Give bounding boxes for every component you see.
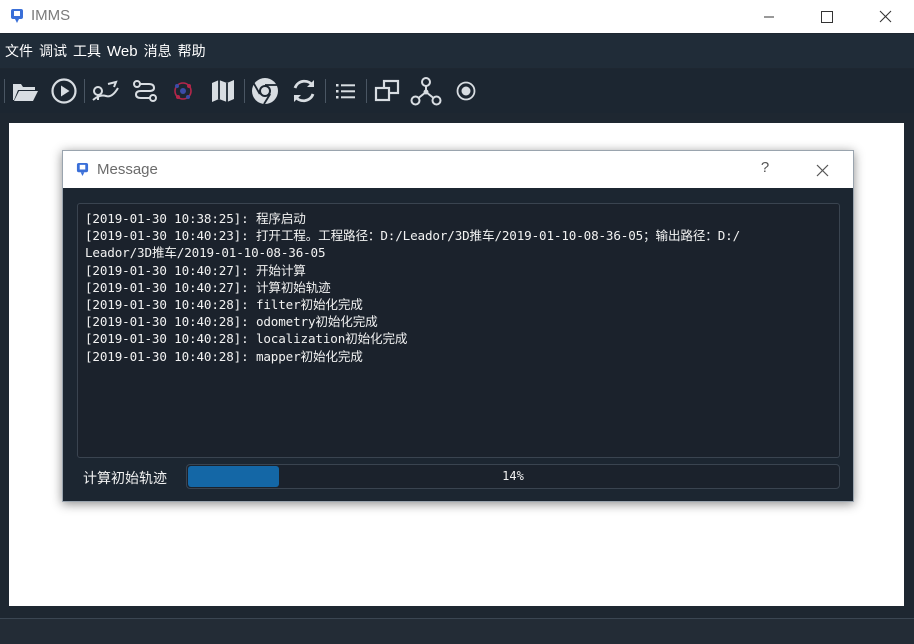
- menu-tools[interactable]: 工具: [73, 41, 101, 61]
- log-line: [2019-01-30 10:40:23]: 打开工程。工程路径：D:/Lead…: [85, 228, 741, 244]
- message-log[interactable]: [2019-01-30 10:38:25]: 程序启动 [2019-01-30 …: [77, 203, 840, 458]
- web-browser-button[interactable]: [247, 73, 283, 109]
- toolbar-separator: [244, 79, 245, 103]
- status-bar: [0, 618, 914, 644]
- maximize-icon: [821, 10, 833, 23]
- log-line: [2019-01-30 10:40:28]: localization初始化完成: [85, 331, 408, 347]
- toolbar-separator: [4, 79, 5, 103]
- run-button[interactable]: [46, 73, 82, 109]
- toolbar: [0, 69, 914, 113]
- graph-icon: [410, 77, 442, 106]
- route-icon: [92, 80, 119, 101]
- folder-open-icon: [13, 84, 38, 101]
- app-icon: [76, 163, 89, 176]
- progress-label: 计算初始轨迹: [83, 471, 167, 487]
- dialog-titlebar: Message ?: [63, 151, 853, 188]
- open-project-button[interactable]: [7, 73, 43, 109]
- close-button[interactable]: [856, 0, 914, 33]
- graph-button[interactable]: [408, 73, 444, 109]
- trajectory-button[interactable]: [87, 73, 123, 109]
- dialog-title: Message: [97, 161, 158, 178]
- network-icon: [174, 82, 192, 100]
- windows-icon: [374, 79, 400, 102]
- minimize-icon: [764, 16, 774, 17]
- log-line: [2019-01-30 10:40:27]: 开始计算: [85, 262, 306, 278]
- progress-bar: 14%: [186, 464, 840, 489]
- log-line: [2019-01-30 10:40:28]: odometry初始化完成: [85, 314, 378, 330]
- maximize-button[interactable]: [798, 0, 856, 33]
- toolbar-separator: [84, 79, 85, 103]
- list-icon: [336, 84, 355, 99]
- menu-debug[interactable]: 调试: [39, 41, 67, 61]
- map-icon: [212, 80, 234, 102]
- toolbar-separator: [325, 79, 326, 103]
- refresh-button[interactable]: [286, 73, 322, 109]
- close-icon: [879, 10, 891, 23]
- log-line: [2019-01-30 10:38:25]: 程序启动: [85, 211, 306, 226]
- log-line: [2019-01-30 10:40:28]: mapper初始化完成: [85, 348, 363, 364]
- record-button[interactable]: [448, 73, 484, 109]
- app-icon: [11, 9, 23, 23]
- minimize-button[interactable]: [740, 0, 798, 33]
- menu-web[interactable]: Web: [107, 43, 138, 60]
- list-button[interactable]: [328, 73, 364, 109]
- log-line: Leador/3D推车/2019-01-10-08-36-05: [85, 245, 326, 261]
- log-line: [2019-01-30 10:40:27]: 计算初始轨迹: [85, 279, 331, 295]
- message-dialog: Message ? [2019-01-30 10:38:25]: 程序启动 [2…: [62, 150, 854, 502]
- toolbar-separator: [366, 79, 367, 103]
- window-titlebar: IMMS: [0, 0, 914, 33]
- close-icon: [816, 164, 828, 176]
- play-icon: [51, 78, 77, 104]
- record-icon: [456, 81, 476, 101]
- map-button[interactable]: [205, 73, 241, 109]
- progress-percent: 14%: [502, 469, 524, 483]
- windows-button[interactable]: [369, 73, 405, 109]
- path-button[interactable]: [127, 73, 163, 109]
- menu-bar: 文件 调试 工具 Web 消息 帮助: [0, 34, 914, 68]
- chrome-icon: [252, 78, 278, 105]
- menu-messages[interactable]: 消息: [144, 41, 172, 61]
- network-button[interactable]: [165, 73, 201, 109]
- menu-file[interactable]: 文件: [5, 41, 33, 61]
- dialog-close-button[interactable]: [811, 159, 833, 181]
- path-icon: [133, 80, 157, 102]
- help-button[interactable]: ?: [755, 159, 775, 176]
- menu-help[interactable]: 帮助: [178, 41, 206, 61]
- log-line: [2019-01-30 10:40:28]: filter初始化完成: [85, 297, 363, 313]
- window-title: IMMS: [31, 7, 71, 24]
- refresh-icon: [293, 79, 315, 103]
